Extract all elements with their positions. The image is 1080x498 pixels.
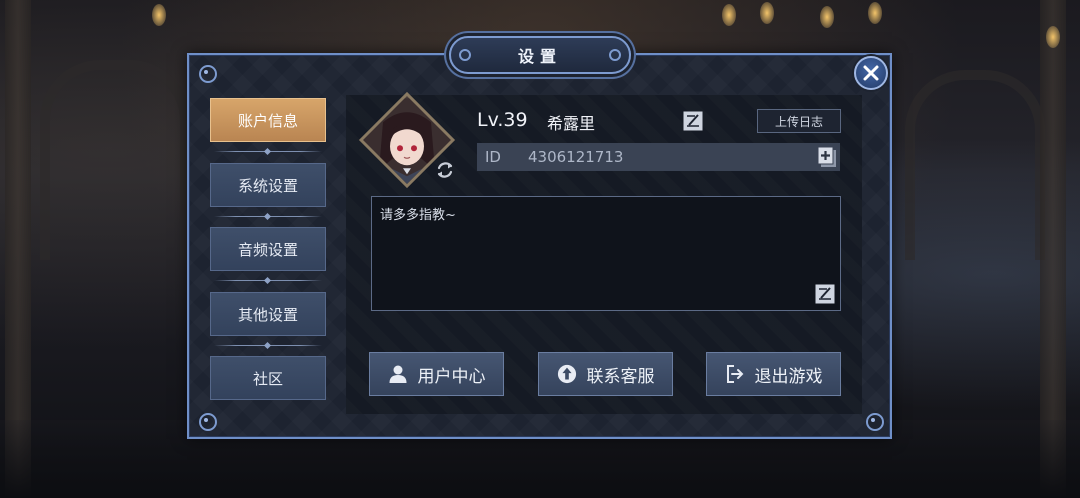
corner-ornament <box>860 407 886 433</box>
signature-text: 请多多指教~ <box>380 208 456 223</box>
candle-glow <box>152 4 166 26</box>
edit-name-button[interactable] <box>683 111 703 131</box>
title-ornament <box>459 49 471 61</box>
exit-icon <box>725 364 745 384</box>
title-ornament <box>609 49 621 61</box>
nav-divider <box>214 343 322 349</box>
id-label: ID <box>485 148 501 166</box>
upload-log-label: 上传日志 <box>774 114 823 129</box>
edit-signature-button[interactable] <box>815 284 835 304</box>
candle-glow <box>722 4 736 26</box>
headset-icon <box>557 364 577 384</box>
edit-icon <box>683 111 703 131</box>
nav-item-label: 音频设置 <box>237 240 298 259</box>
signature-field[interactable]: 请多多指教~ <box>371 196 841 311</box>
upload-log-button[interactable]: 上传日志 <box>757 109 841 133</box>
close-icon <box>863 65 879 81</box>
candle-glow <box>760 2 774 24</box>
dialog-title: 设置 <box>517 47 562 66</box>
nav-item-label: 系统设置 <box>237 176 298 195</box>
nav-item-label: 社区 <box>252 369 283 388</box>
nav-item-label: 其他设置 <box>237 305 298 324</box>
background-pillar <box>5 0 31 498</box>
candle-glow <box>868 2 882 24</box>
user-center-label: 用户中心 <box>417 366 486 387</box>
player-name: 希露里 <box>547 114 596 133</box>
nav-item-label: 账户信息 <box>237 111 298 130</box>
nav-divider <box>214 278 322 284</box>
corner-ornament <box>193 407 219 433</box>
candle-glow <box>1046 26 1060 48</box>
user-center-button[interactable]: 用户中心 <box>369 352 504 396</box>
candle-glow <box>820 6 834 28</box>
background-pillar <box>1040 0 1066 498</box>
background-arch-left <box>40 60 190 260</box>
close-button[interactable] <box>854 56 888 90</box>
nav-item-community[interactable]: 社区 <box>210 356 326 400</box>
dialog-title-tab: 设置 <box>449 36 631 74</box>
nav-item-other-settings[interactable]: 其他设置 <box>210 292 326 336</box>
exit-game-button[interactable]: 退出游戏 <box>706 352 841 396</box>
id-value: 4306121713 <box>528 148 624 166</box>
contact-service-button[interactable]: 联系客服 <box>538 352 673 396</box>
contact-service-label: 联系客服 <box>586 366 655 387</box>
nav-item-account-info[interactable]: 账户信息 <box>210 98 326 142</box>
refresh-icon <box>437 162 453 178</box>
exit-game-label: 退出游戏 <box>754 366 823 387</box>
background-arch-right <box>905 70 1045 260</box>
nav-item-system-settings[interactable]: 系统设置 <box>210 163 326 207</box>
player-id-field: ID 4306121713 <box>477 143 840 171</box>
change-avatar-button[interactable] <box>433 158 457 182</box>
nav-divider <box>214 214 322 220</box>
user-icon <box>388 364 408 384</box>
nav-divider <box>214 149 322 155</box>
corner-ornament <box>193 59 219 85</box>
copy-id-button[interactable] <box>816 145 838 169</box>
copy-icon <box>817 146 836 167</box>
player-level: Lv.39 <box>477 109 528 131</box>
edit-icon <box>815 284 835 304</box>
nav-item-audio-settings[interactable]: 音频设置 <box>210 227 326 271</box>
